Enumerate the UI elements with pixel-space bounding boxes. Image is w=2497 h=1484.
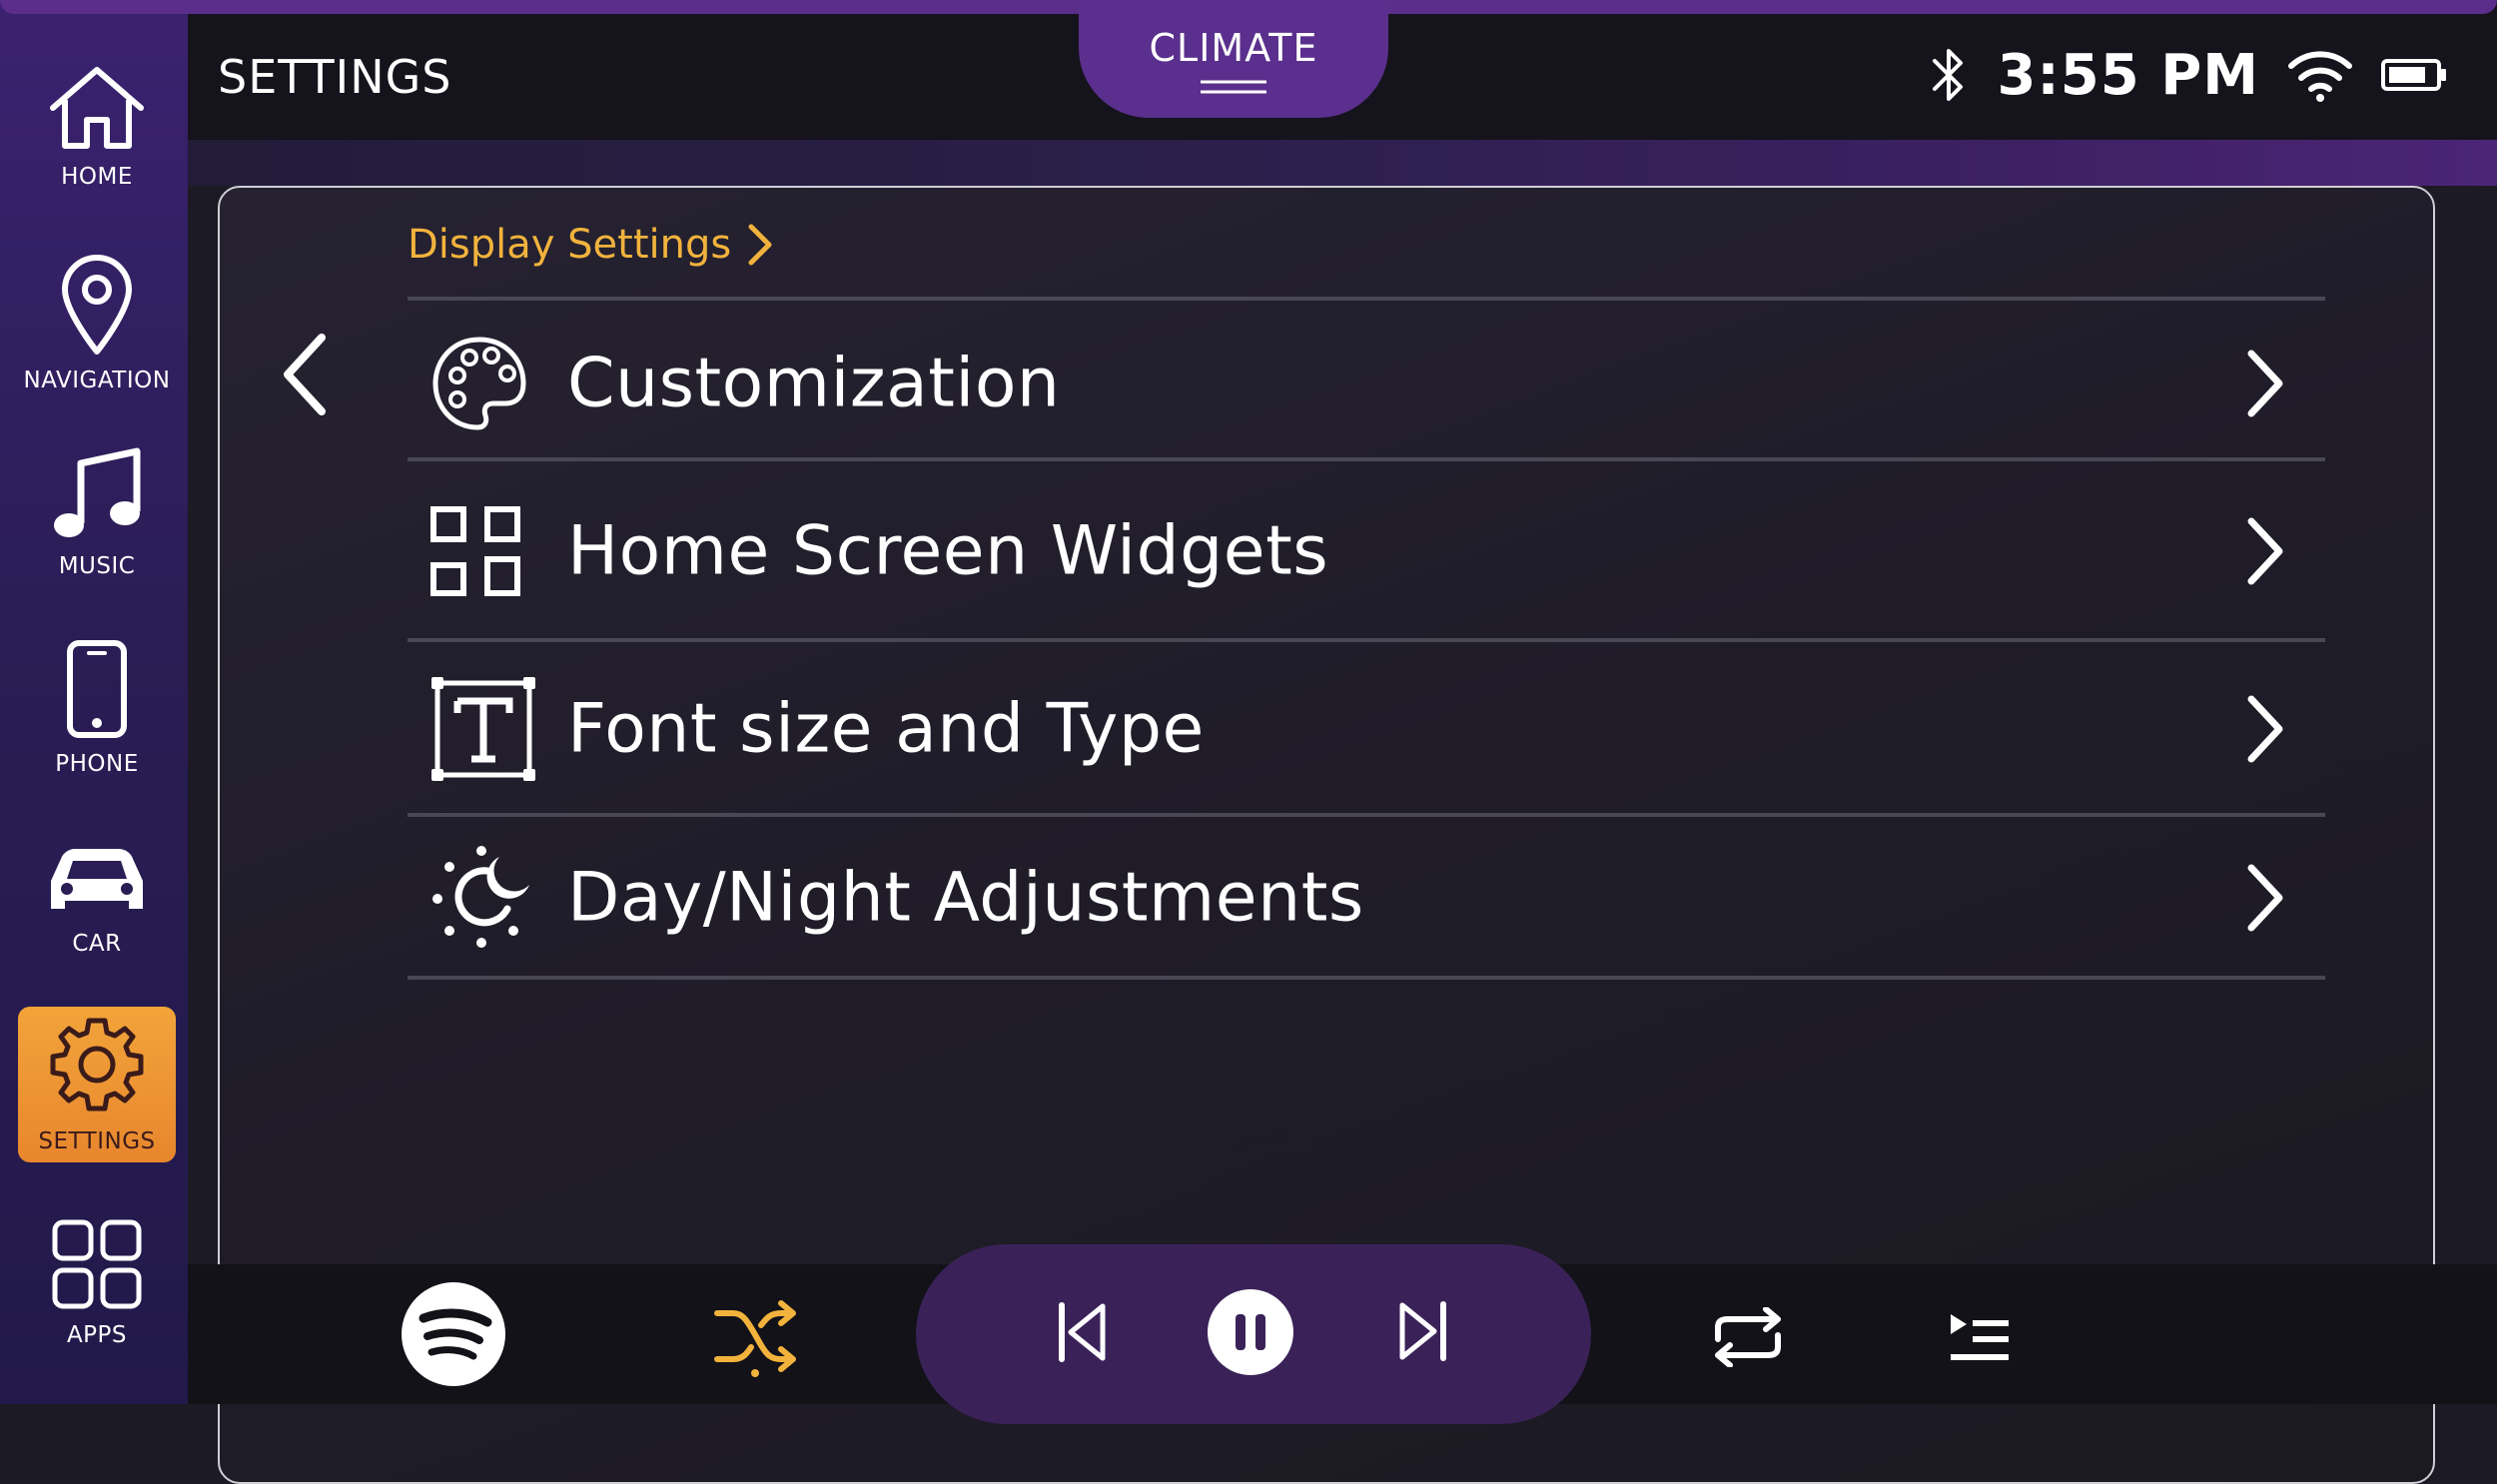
chevron-right-icon	[748, 224, 772, 266]
drag-handle-icon	[1201, 80, 1266, 94]
gear-icon	[50, 1018, 144, 1112]
chevron-right-icon	[2247, 695, 2283, 762]
spotify-button[interactable]	[398, 1278, 509, 1390]
widgets-grid-icon	[430, 505, 520, 596]
chevron-right-icon	[2247, 864, 2283, 931]
map-pin-icon	[62, 255, 132, 355]
breadcrumb-label: Display Settings	[408, 222, 732, 268]
sidebar-item-label: CAR	[72, 931, 122, 957]
sidebar-item-music[interactable]: MUSIC	[18, 439, 176, 579]
wifi-icon	[2288, 51, 2352, 102]
top-bar-glow	[188, 140, 2497, 186]
sidebar-item-label: HOME	[61, 164, 133, 190]
battery-icon	[2381, 59, 2446, 91]
sidebar-item-label: MUSIC	[58, 553, 136, 579]
chevron-right-icon	[2247, 517, 2283, 584]
shuffle-icon	[714, 1300, 796, 1377]
sidebar-item-label: PHONE	[55, 751, 139, 777]
menu-item-label: Home Screen Widgets	[567, 511, 1329, 590]
repeat-icon	[1715, 1307, 1781, 1367]
sidebar-item-car[interactable]: CAR	[18, 829, 176, 957]
pause-button[interactable]	[1207, 1288, 1294, 1376]
home-icon	[50, 67, 144, 149]
sidebar-item-label: NAVIGATION	[23, 368, 171, 393]
climate-tab[interactable]: CLIMATE	[1079, 0, 1388, 118]
menu-item-day-night-adjustments[interactable]: Day/Night Adjustments	[408, 813, 2325, 978]
sidebar-item-label: SETTINGS	[38, 1128, 156, 1154]
breadcrumb[interactable]: Display Settings	[408, 222, 773, 268]
sidebar-item-home[interactable]: HOME	[18, 50, 176, 190]
sidebar-item-phone[interactable]: PHONE	[18, 637, 176, 777]
previous-icon	[1059, 1302, 1106, 1362]
list-divider	[408, 976, 2325, 980]
spotify-icon	[402, 1282, 505, 1386]
sidebar: HOME NAVIGATION MUSIC PHONE CAR SETTINGS…	[0, 0, 188, 1404]
sidebar-item-settings[interactable]: SETTINGS	[18, 1007, 176, 1162]
page-title: SETTINGS	[218, 50, 452, 104]
menu-item-customization[interactable]: Customization	[408, 297, 2325, 466]
previous-button[interactable]	[1053, 1300, 1113, 1364]
back-chevron-icon[interactable]	[276, 330, 334, 419]
next-icon	[1399, 1301, 1446, 1361]
next-button[interactable]	[1392, 1298, 1452, 1364]
sidebar-item-apps[interactable]: APPS	[18, 1218, 176, 1348]
phone-icon	[67, 640, 127, 738]
shuffle-button[interactable]	[711, 1294, 799, 1380]
apps-grid-icon	[52, 1219, 142, 1309]
menu-item-home-screen-widgets[interactable]: Home Screen Widgets	[408, 457, 2325, 640]
clock: 3:55 PM	[1997, 42, 2259, 108]
climate-label: CLIMATE	[1149, 26, 1318, 70]
text-frame-icon	[431, 676, 535, 781]
menu-item-font-size-and-type[interactable]: Font size and Type	[408, 638, 2325, 815]
bluetooth-icon	[1933, 49, 1964, 101]
menu-item-label: Customization	[567, 344, 1061, 423]
chevron-right-icon	[2247, 350, 2283, 417]
sidebar-item-label: APPS	[66, 1322, 128, 1348]
palette-icon	[432, 337, 526, 430]
pause-icon	[1208, 1289, 1293, 1375]
music-note-icon	[54, 447, 141, 537]
status-area: 3:55 PM	[1929, 40, 2447, 110]
queue-icon	[1951, 1314, 2009, 1360]
sun-moon-icon	[432, 845, 529, 948]
queue-button[interactable]	[1948, 1310, 2012, 1366]
repeat-button[interactable]	[1708, 1304, 1788, 1370]
sidebar-item-navigation[interactable]: NAVIGATION	[18, 248, 176, 393]
menu-item-label: Font size and Type	[567, 689, 1205, 768]
car-icon	[51, 849, 143, 909]
menu-item-label: Day/Night Adjustments	[567, 858, 1364, 937]
